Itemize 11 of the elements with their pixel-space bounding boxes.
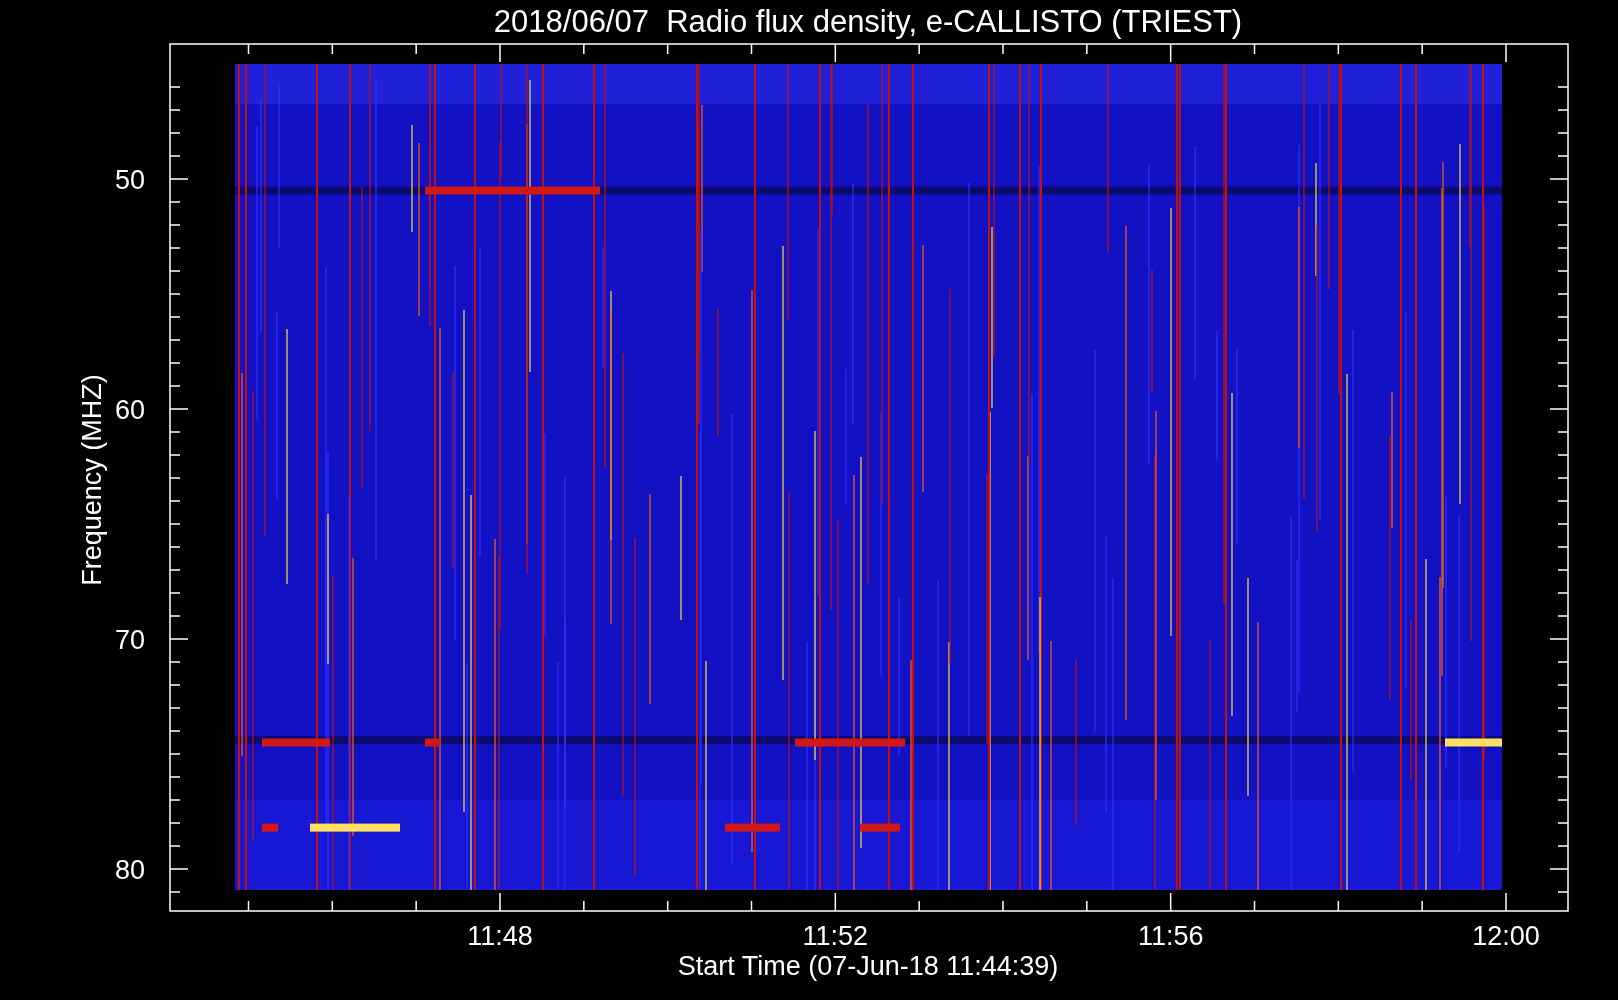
y-tick-label: 60 [114,395,145,425]
x-tick-label: 11:48 [467,921,533,951]
y-tick-label: 70 [114,625,145,655]
chart-title: 2018/06/07 Radio flux density, e-CALLISTO (TRIEST) [493,4,1243,39]
x-tick-label: 12:00 [1472,921,1540,951]
x-tick-label: 11:52 [802,921,869,951]
y-tick-label: 80 [114,855,145,885]
y-tick-label: 50 [114,165,145,195]
x-tick-label: 11:56 [1137,921,1204,951]
y-axis-label: Frequency (MHZ) [77,374,107,586]
x-axis-label: Start Time (07-Jun-18 11:44:39) [677,951,1059,981]
